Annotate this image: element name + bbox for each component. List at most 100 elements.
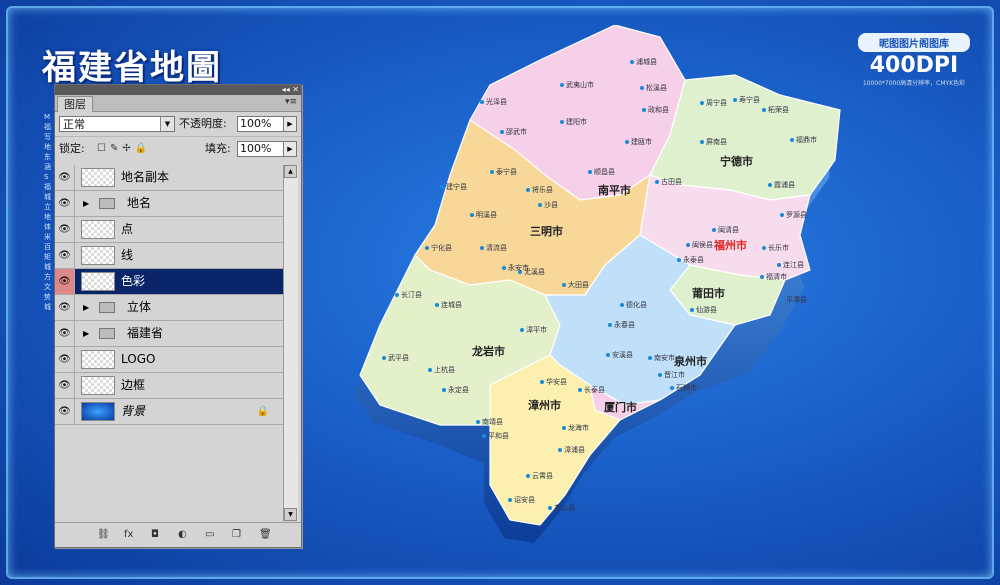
city-label: 长汀县 (395, 290, 422, 300)
city-name: 松溪县 (646, 84, 667, 92)
layer-row[interactable]: 👁 ▶ 地名 (55, 191, 283, 217)
pref-sanming: 三明市 (530, 225, 563, 238)
city-dot-icon (538, 203, 542, 207)
city-dot-icon (442, 388, 446, 392)
city-name: 邵武市 (506, 128, 527, 136)
eye-icon[interactable]: 👁 (55, 165, 75, 190)
city-label: 东山县 (548, 503, 575, 513)
scroll-up-icon[interactable]: ▲ (284, 165, 297, 178)
layer-row[interactable]: 👁 边框 (55, 373, 283, 399)
lock-options[interactable]: ☐✎✢🔒 (97, 141, 151, 157)
eye-icon[interactable]: 👁 (55, 243, 75, 268)
eye-icon[interactable]: 👁 (55, 295, 75, 320)
eye-icon[interactable]: 👁 (55, 347, 75, 372)
city-label: 大田县 (562, 280, 589, 290)
eye-icon[interactable]: 👁 (55, 373, 75, 398)
expand-triangle-icon[interactable]: ▶ (83, 295, 89, 320)
city-label: 柘荣县 (762, 105, 789, 115)
eye-icon[interactable]: 👁 (55, 217, 75, 242)
city-name: 连江县 (783, 261, 804, 269)
pref-fuzhou: 福州市 (714, 239, 747, 252)
city-label: 闽侯县 (686, 240, 713, 250)
city-dot-icon (558, 448, 562, 452)
left-column-char: 文 (44, 283, 51, 291)
city-dot-icon (790, 138, 794, 142)
panel-menu-icon[interactable]: ▾≡ (285, 97, 297, 107)
folder-icon (99, 302, 115, 313)
layer-scrollbar[interactable]: ▲ ▼ (283, 165, 298, 521)
left-column-char: 矩 (44, 253, 51, 261)
city-label: 石狮市 (670, 383, 697, 393)
layer-row[interactable]: 👁 点 (55, 217, 283, 243)
layer-name: 立体 (127, 300, 152, 314)
opacity-arrow-icon[interactable]: ▶ (283, 116, 297, 132)
city-name: 漳平市 (526, 326, 547, 334)
city-dot-icon (608, 323, 612, 327)
city-name: 永定县 (448, 386, 469, 394)
city-label: 屏南县 (700, 137, 727, 147)
city-name: 政和县 (648, 106, 669, 114)
panel-titlebar[interactable]: ◂◂ ✕ (55, 85, 301, 95)
new-layer-icon[interactable]: ❐ (232, 527, 241, 543)
opacity-input[interactable]: 100% (237, 116, 285, 132)
tab-layers[interactable]: 图层 (57, 96, 93, 112)
eye-icon[interactable]: 👁 (55, 269, 75, 294)
brand-badge: 昵图图片阁图库 (858, 33, 970, 52)
left-column-char: 势 (44, 293, 51, 301)
blend-mode-select[interactable]: 正常 ▼ (59, 116, 175, 132)
city-label: 上杭县 (428, 365, 455, 375)
city-dot-icon (670, 386, 674, 390)
city-name: 平和县 (488, 432, 509, 440)
city-dot-icon (490, 170, 494, 174)
folder-icon (99, 198, 115, 209)
left-text-column: M福写地东涵S福城立地体米百矩城方文势城 (44, 112, 54, 312)
city-name: 平潭县 (786, 296, 807, 304)
fx-icon[interactable]: fx (124, 527, 133, 543)
left-column-char: 福 (44, 183, 51, 191)
brand-logo: 昵图图片阁图库 400DPI 10000*7000高清分辨率，CMYK色彩 (858, 33, 970, 87)
layer-row[interactable]: 👁 线 (55, 243, 283, 269)
new-group-icon[interactable]: ▭ (205, 527, 214, 543)
city-dot-icon (382, 356, 386, 360)
left-column-char: 写 (44, 133, 51, 141)
pref-putian: 莆田市 (692, 287, 725, 300)
left-column-char: 体 (44, 223, 51, 231)
eye-icon[interactable]: 👁 (55, 321, 75, 346)
layer-row[interactable]: 👁 地名副本 (55, 165, 283, 191)
city-dot-icon (526, 188, 530, 192)
link-icon[interactable]: ⛓ (97, 527, 110, 543)
fill-input[interactable]: 100% (237, 141, 285, 157)
expand-triangle-icon[interactable]: ▶ (83, 321, 89, 346)
trash-icon[interactable]: 🗑 (259, 527, 272, 543)
city-name: 德化县 (626, 301, 647, 309)
layer-row[interactable]: 👁 ▶ 立体 (55, 295, 283, 321)
city-dot-icon (540, 380, 544, 384)
expand-triangle-icon[interactable]: ▶ (83, 191, 89, 216)
city-label: 浦城县 (630, 57, 657, 67)
fujian-map: 南平市 宁德市 三明市 福州市 莆田市 龙岩市 泉州市 漳州市 厦门市 浦城县武… (340, 24, 860, 550)
city-name: 宁化县 (431, 244, 452, 252)
layer-row[interactable]: 👁 🔒 背景 (55, 399, 283, 425)
panel-footer: ⛓ fx ◘ ◐ ▭ ❐ 🗑 (55, 522, 301, 547)
panel-window-buttons[interactable]: ◂◂ ✕ (282, 85, 299, 95)
layers-panel[interactable]: ◂◂ ✕ 图层 ▾≡ 正常 ▼ 不透明度: 100% ▶ 锁定: ☐✎✢🔒 填充… (54, 84, 302, 548)
city-dot-icon (658, 373, 662, 377)
layer-row[interactable]: 👁 LOGO (55, 347, 283, 373)
city-dot-icon (642, 108, 646, 112)
pref-nanping: 南平市 (598, 184, 631, 197)
layer-name: 地名副本 (121, 170, 170, 184)
city-label: 福清市 (760, 272, 787, 282)
fill-arrow-icon[interactable]: ▶ (283, 141, 297, 157)
city-dot-icon (686, 243, 690, 247)
city-dot-icon (482, 434, 486, 438)
scroll-down-icon[interactable]: ▼ (284, 508, 297, 521)
mask-icon[interactable]: ◘ (151, 527, 159, 543)
layer-row[interactable]: 👁 ▶ 福建省 (55, 321, 283, 347)
layer-name: 线 (121, 248, 134, 262)
layer-row[interactable]: 👁 色彩 (55, 269, 283, 295)
eye-icon[interactable]: 👁 (55, 191, 75, 216)
city-label: 平潭县 (780, 295, 807, 305)
chevron-down-icon[interactable]: ▼ (160, 117, 174, 131)
eye-icon[interactable]: 👁 (55, 399, 75, 424)
adjustment-icon[interactable]: ◐ (178, 527, 187, 543)
